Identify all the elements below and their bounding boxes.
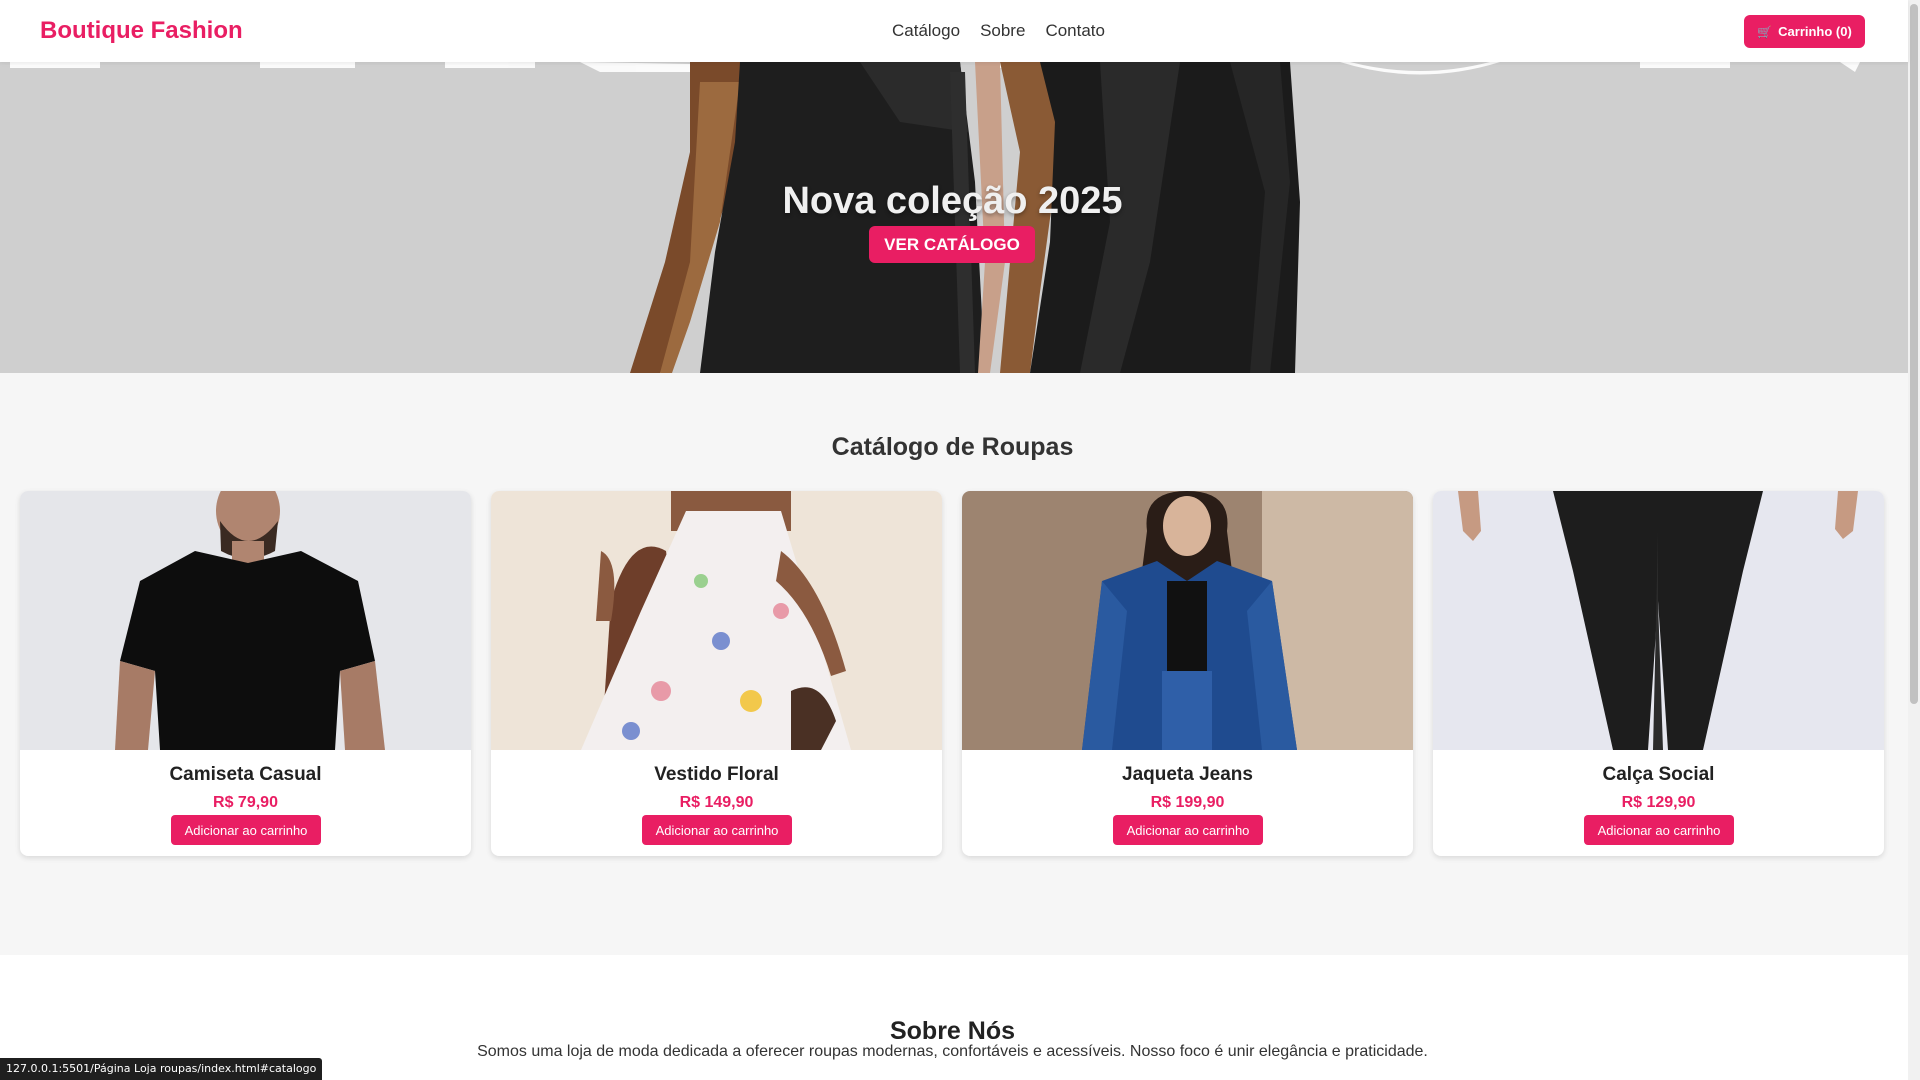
status-bar-url: 127.0.0.1:5501/Página Loja roupas/index.… bbox=[0, 1058, 323, 1080]
nav-link-contato[interactable]: Contato bbox=[1045, 21, 1105, 41]
page-scrollbar[interactable] bbox=[1908, 0, 1920, 1080]
add-to-cart-button[interactable]: Adicionar ao carrinho bbox=[1584, 815, 1734, 845]
hero-title: Nova coleção 2025 bbox=[782, 180, 1123, 222]
product-name: Jaqueta Jeans bbox=[1122, 764, 1253, 785]
product-price: R$ 129,90 bbox=[1621, 794, 1696, 811]
hero-banner: Nova coleção 2025 VER CATÁLOGO bbox=[0, 62, 1908, 373]
nav-link-catalogo[interactable]: Catálogo bbox=[892, 21, 960, 41]
nav-link-sobre[interactable]: Sobre bbox=[980, 21, 1025, 41]
brand-logo[interactable]: Boutique Fashion bbox=[40, 17, 243, 45]
product-grid: Camiseta Casual R$ 79,90 Adicionar ao ca… bbox=[20, 491, 1884, 856]
product-card: Vestido Floral R$ 149,90 Adicionar ao ca… bbox=[491, 491, 942, 856]
product-card: Camiseta Casual R$ 79,90 Adicionar ao ca… bbox=[20, 491, 471, 856]
product-price: R$ 149,90 bbox=[679, 794, 754, 811]
product-name: Vestido Floral bbox=[654, 764, 779, 785]
product-card: Jaqueta Jeans R$ 199,90 Adicionar ao car… bbox=[962, 491, 1413, 856]
product-price: R$ 79,90 bbox=[213, 794, 278, 811]
view-catalog-button[interactable]: VER CATÁLOGO bbox=[869, 226, 1035, 263]
cart-icon: 🛒 bbox=[1757, 24, 1773, 39]
add-to-cart-button[interactable]: Adicionar ao carrinho bbox=[1113, 815, 1263, 845]
product-name: Calça Social bbox=[1602, 764, 1715, 785]
product-price: R$ 199,90 bbox=[1150, 794, 1225, 811]
catalog-title: Catálogo de Roupas bbox=[831, 433, 1074, 461]
scrollbar-thumb[interactable] bbox=[1910, 4, 1918, 704]
cart-label: Carrinho (0) bbox=[1778, 24, 1852, 39]
add-to-cart-button[interactable]: Adicionar ao carrinho bbox=[642, 815, 792, 845]
catalog-section: Catálogo de Roupas Camiseta Casual R$ 79… bbox=[0, 373, 1908, 955]
product-card: Calça Social R$ 129,90 Adicionar ao carr… bbox=[1433, 491, 1884, 856]
product-image bbox=[491, 491, 942, 750]
product-image bbox=[20, 491, 471, 750]
about-title: Sobre Nós bbox=[889, 1017, 1016, 1045]
cart-button[interactable]: 🛒 Carrinho (0) bbox=[1744, 15, 1865, 48]
add-to-cart-button[interactable]: Adicionar ao carrinho bbox=[171, 815, 321, 845]
product-name: Camiseta Casual bbox=[169, 764, 322, 785]
product-image bbox=[1433, 491, 1884, 750]
main-nav: Catálogo Sobre Contato bbox=[892, 21, 1105, 41]
site-header: Boutique Fashion Catálogo Sobre Contato … bbox=[0, 0, 1908, 62]
product-image bbox=[962, 491, 1413, 750]
